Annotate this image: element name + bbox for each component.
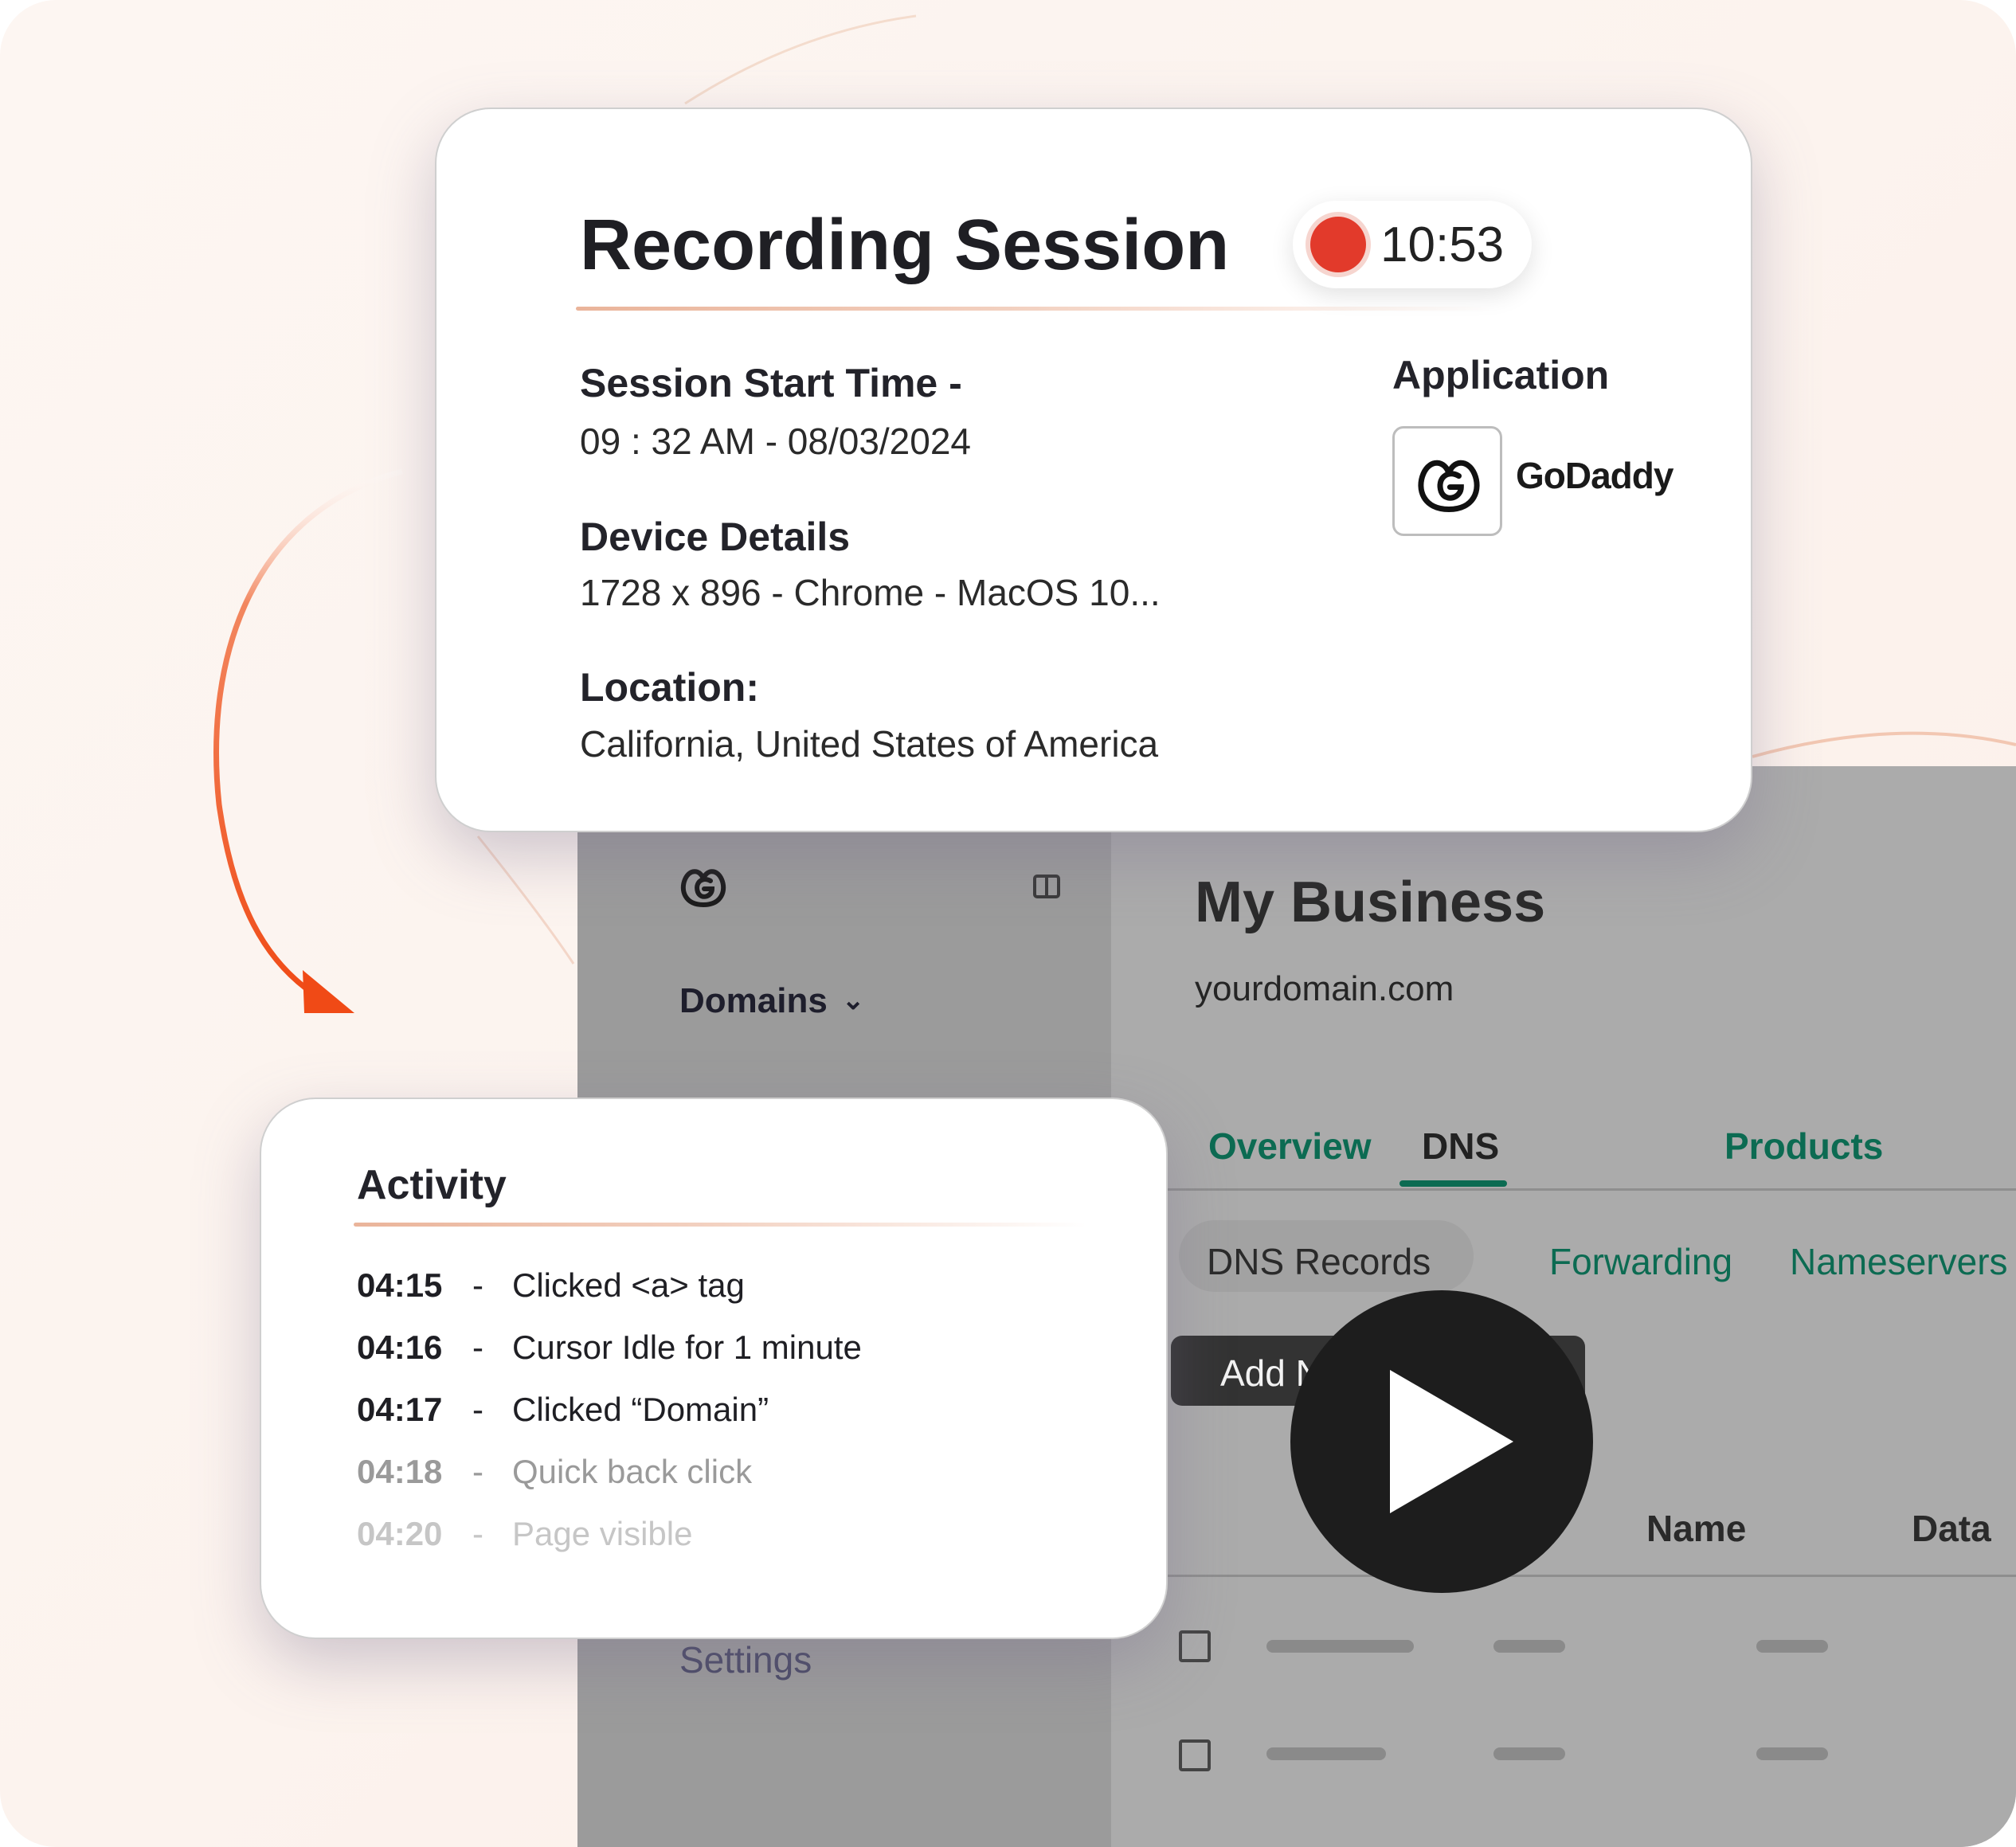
godaddy-logo-icon — [1418, 460, 1480, 512]
record-dot-icon — [1310, 217, 1366, 272]
play-icon — [1390, 1370, 1513, 1513]
session-start-value: 09 : 32 AM - 08/03/2024 — [580, 421, 972, 462]
activity-separator: - — [472, 1453, 483, 1490]
subtab-forwarding[interactable]: Forwarding — [1549, 1240, 1732, 1283]
activity-time: 04:15 — [357, 1266, 443, 1304]
activity-title: Activity — [357, 1162, 507, 1208]
recording-session-card: Recording Session 10:53 Session Start Ti… — [435, 108, 1752, 832]
tab-overview[interactable]: Overview — [1208, 1125, 1372, 1168]
activity-underline — [354, 1223, 1086, 1227]
canvas: Domains ⌄ Settings My Business yourdomain… — [0, 0, 2016, 1847]
column-header-data: Data — [1912, 1508, 1991, 1549]
sidebar-toggle-icon[interactable] — [1033, 875, 1060, 898]
activity-time: 04:17 — [357, 1391, 443, 1428]
title-underline — [576, 307, 1492, 311]
column-header-name: Name — [1646, 1508, 1747, 1549]
placeholder-bar — [1756, 1747, 1828, 1760]
page-title: My Business — [1195, 871, 1546, 934]
application-name: GoDaddy — [1516, 455, 1673, 496]
subtab-dns-records[interactable]: DNS Records — [1207, 1240, 1431, 1283]
placeholder-bar — [1266, 1747, 1386, 1760]
godaddy-logo-icon — [680, 869, 726, 908]
activity-card: Activity 04:15 - Clicked <a> tag 04:16 -… — [260, 1098, 1168, 1639]
page-subtitle-domain: yourdomain.com — [1195, 969, 1454, 1008]
placeholder-bar — [1493, 1747, 1565, 1760]
active-tab-indicator — [1399, 1180, 1507, 1187]
activity-separator: - — [472, 1266, 483, 1304]
activity-time: 04:18 — [357, 1453, 443, 1490]
play-button[interactable] — [1290, 1290, 1593, 1593]
tab-dns[interactable]: DNS — [1422, 1125, 1499, 1168]
activity-text: Cursor Idle for 1 minute — [512, 1329, 862, 1366]
placeholder-bar — [1266, 1640, 1414, 1653]
activity-text: Clicked <a> tag — [512, 1266, 745, 1304]
sidebar-item-domains-label: Domains — [679, 981, 828, 1020]
activity-separator: - — [472, 1329, 483, 1366]
tab-products[interactable]: Products — [1724, 1125, 1883, 1168]
row-checkbox[interactable] — [1179, 1630, 1211, 1662]
recording-title: Recording Session — [580, 205, 1230, 285]
sidebar-item-domains[interactable]: Domains ⌄ — [679, 981, 864, 1021]
activity-time: 04:20 — [357, 1515, 443, 1552]
subtab-nameservers[interactable]: Nameservers — [1790, 1240, 2008, 1283]
session-start-label: Session Start Time - — [580, 361, 962, 405]
row-checkbox[interactable] — [1179, 1739, 1211, 1771]
recording-timer-badge: 10:53 — [1293, 201, 1532, 288]
activity-time: 04:16 — [357, 1329, 443, 1366]
device-details-label: Device Details — [580, 515, 851, 559]
location-value: California, United States of America — [580, 723, 1159, 765]
application-label: Application — [1392, 353, 1610, 397]
app-main: My Business yourdomain.com Overview DNS … — [1111, 766, 2016, 1847]
device-details-value: 1728 x 896 - Chrome - MacOS 10... — [580, 572, 1161, 613]
activity-separator: - — [472, 1391, 483, 1428]
activity-text: Quick back click — [512, 1453, 753, 1490]
table-header-divider — [1111, 1575, 2016, 1577]
location-label: Location: — [580, 665, 759, 710]
activity-text: Clicked “Domain” — [512, 1391, 769, 1428]
application-logo — [1392, 426, 1502, 536]
sidebar-item-settings[interactable]: Settings — [679, 1638, 812, 1681]
sub-tabs: DNS Records Forwarding Nameservers — [1111, 1212, 2016, 1292]
recording-timer: 10:53 — [1380, 217, 1505, 272]
placeholder-bar — [1756, 1640, 1828, 1653]
activity-separator: - — [472, 1515, 483, 1552]
main-tabs: Overview DNS Products — [1111, 1101, 2016, 1191]
activity-text: Page visible — [512, 1515, 693, 1552]
placeholder-bar — [1493, 1640, 1565, 1653]
chevron-down-icon: ⌄ — [841, 985, 865, 1015]
